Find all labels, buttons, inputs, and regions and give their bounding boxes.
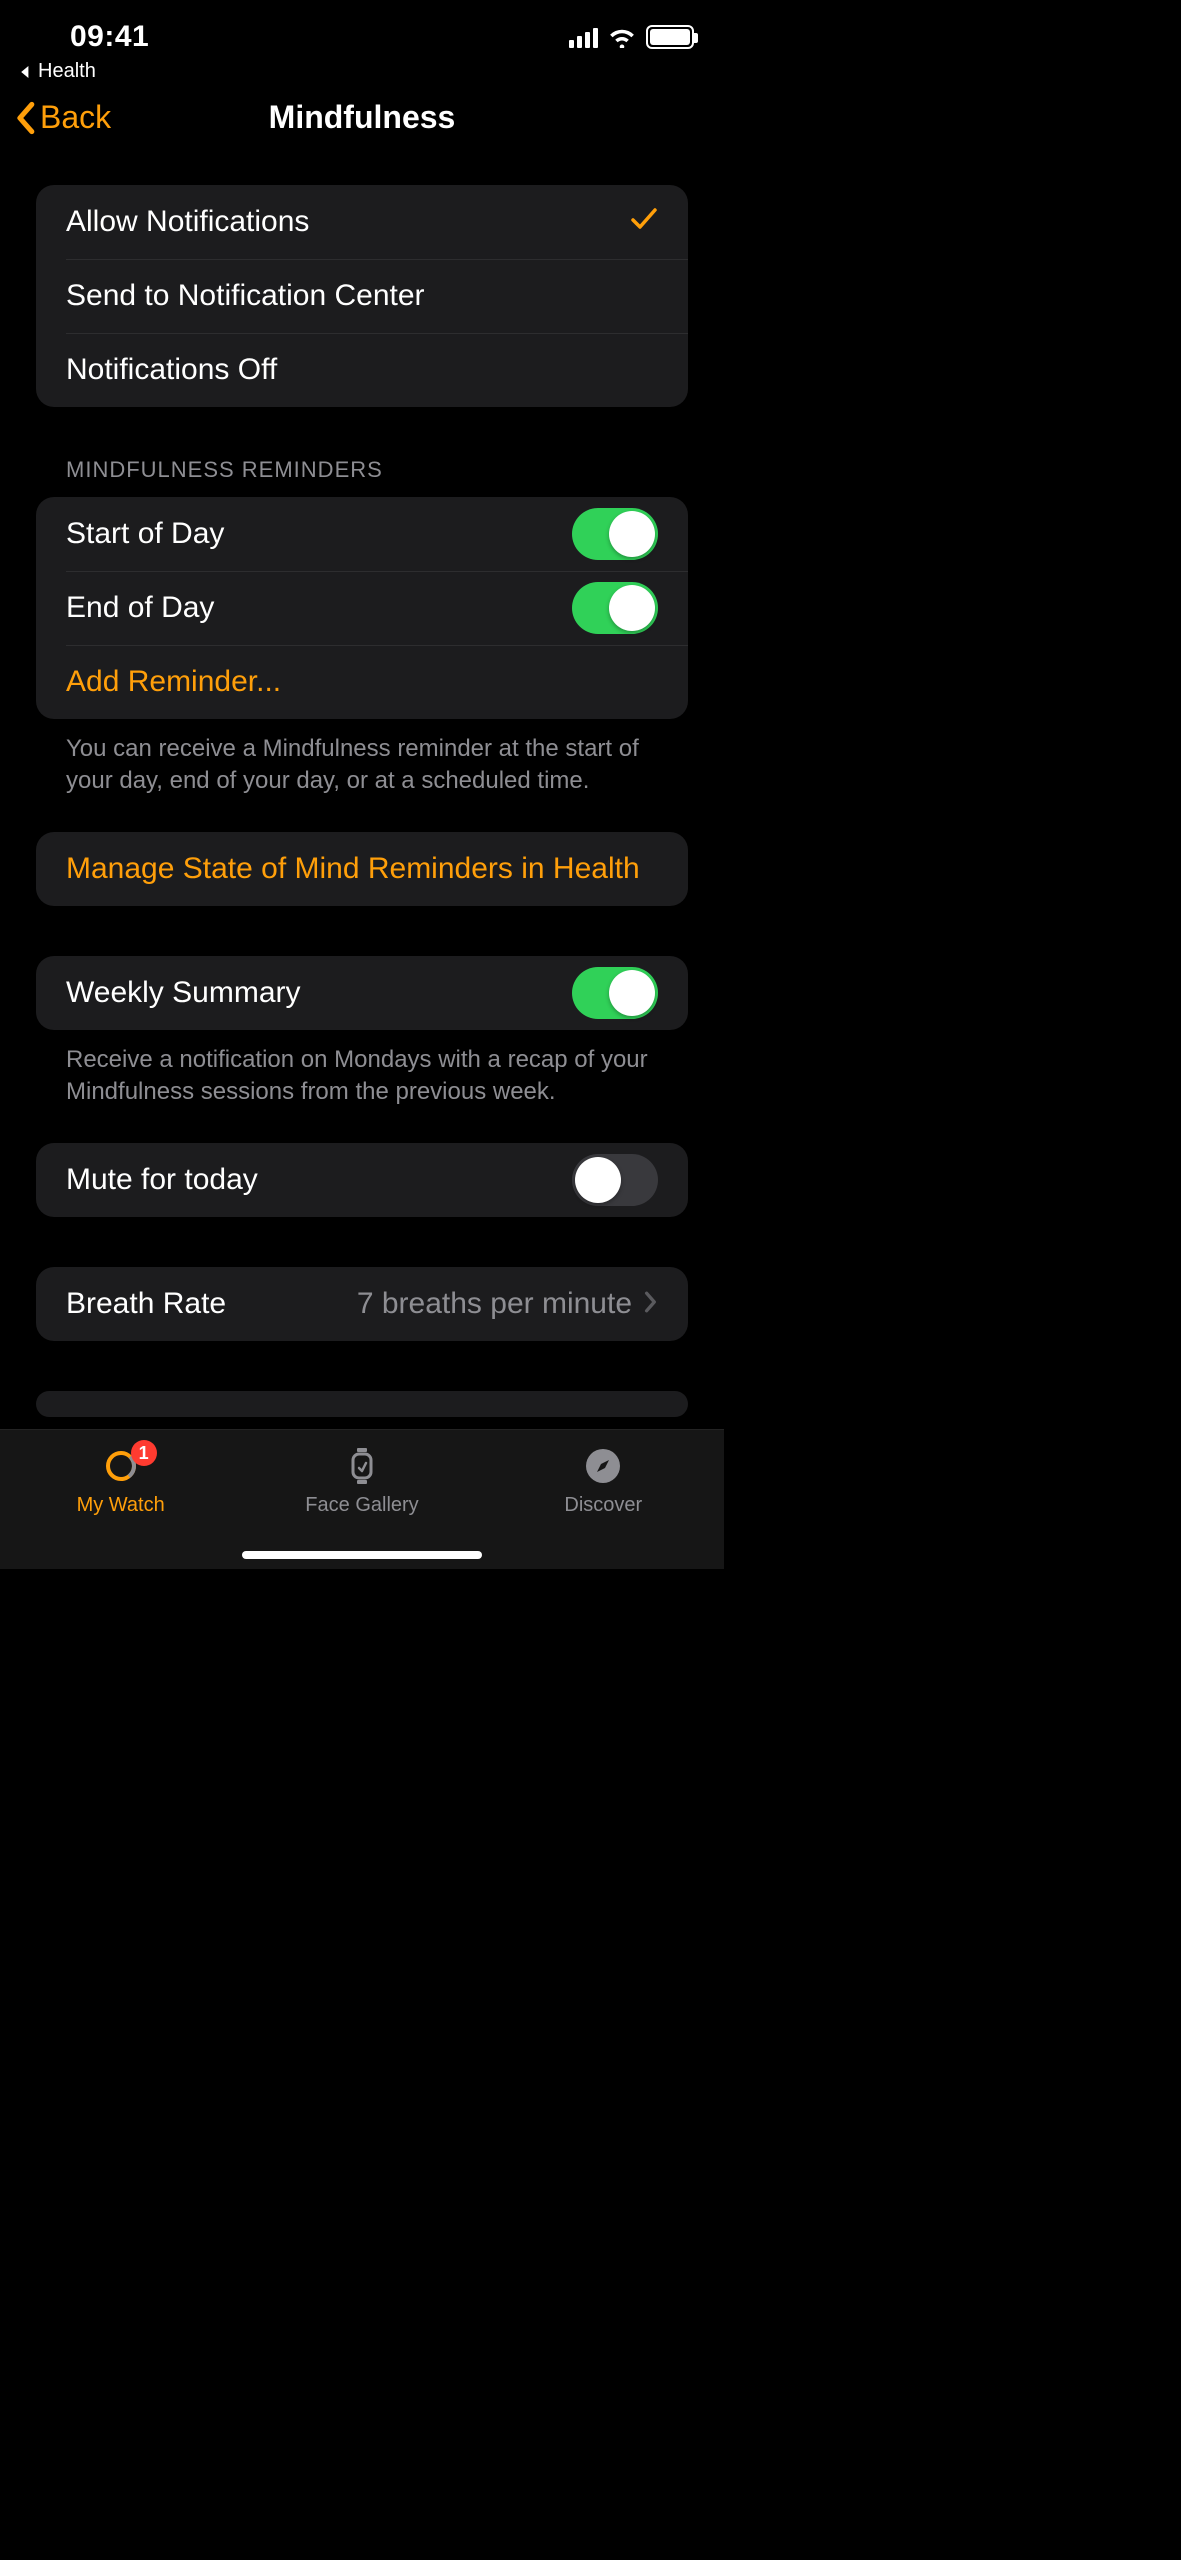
end-of-day-label: End of Day <box>66 591 214 625</box>
weekly-summary-label: Weekly Summary <box>66 976 301 1010</box>
checkmark-icon <box>630 205 658 239</box>
end-of-day-row: End of Day <box>36 571 688 645</box>
page-title: Mindfulness <box>0 99 724 136</box>
breadcrumb-back[interactable]: Health <box>0 60 724 91</box>
tab-badge: 1 <box>131 1440 157 1466</box>
add-reminder-row[interactable]: Add Reminder... <box>36 645 688 719</box>
tab-discover-label: Discover <box>564 1494 642 1517</box>
next-group-peek <box>36 1391 688 1417</box>
weekly-summary-group: Weekly Summary <box>36 956 688 1030</box>
weekly-summary-row: Weekly Summary <box>36 956 688 1030</box>
battery-icon <box>646 25 694 49</box>
tab-my-watch-label: My Watch <box>77 1494 165 1517</box>
start-of-day-row: Start of Day <box>36 497 688 571</box>
start-of-day-label: Start of Day <box>66 517 224 551</box>
allow-notifications-row[interactable]: Allow Notifications <box>36 185 688 259</box>
tab-bar: 1 My Watch Face Gallery D <box>0 1429 724 1569</box>
weekly-summary-footer: Receive a notification on Mondays with a… <box>36 1030 688 1109</box>
reminders-section-header: MINDFULNESS REMINDERS <box>36 457 688 497</box>
notifications-group: Allow Notifications Send to Notification… <box>36 185 688 407</box>
breadcrumb-label: Health <box>38 60 96 83</box>
mute-today-row: Mute for today <box>36 1143 688 1217</box>
breath-rate-group: Breath Rate 7 breaths per minute <box>36 1267 688 1341</box>
reminders-footer: You can receive a Mindfulness reminder a… <box>36 719 688 798</box>
notifications-off-row[interactable]: Notifications Off <box>36 333 688 407</box>
manage-state-of-mind-label: Manage State of Mind Reminders in Health <box>66 852 640 886</box>
breath-rate-value: 7 breaths per minute <box>357 1287 632 1321</box>
tab-discover[interactable]: Discover <box>483 1430 724 1569</box>
status-time: 09:41 <box>70 20 149 54</box>
status-bar: 09:41 <box>0 0 724 60</box>
weekly-summary-toggle[interactable] <box>572 967 658 1019</box>
start-of-day-toggle[interactable] <box>572 508 658 560</box>
wifi-icon <box>608 26 636 48</box>
home-indicator[interactable] <box>242 1551 482 1559</box>
compass-icon <box>584 1447 622 1485</box>
face-gallery-icon <box>347 1446 377 1486</box>
nav-header: Back Mindfulness <box>0 99 724 155</box>
allow-notifications-label: Allow Notifications <box>66 205 309 239</box>
breath-rate-label: Breath Rate <box>66 1287 226 1321</box>
chevron-right-icon <box>644 1287 658 1321</box>
mute-today-toggle[interactable] <box>572 1154 658 1206</box>
notifications-off-label: Notifications Off <box>66 353 277 387</box>
tab-face-gallery-label: Face Gallery <box>305 1494 418 1517</box>
mute-group: Mute for today <box>36 1143 688 1217</box>
send-notification-center-label: Send to Notification Center <box>66 279 425 313</box>
reminders-group: Start of Day End of Day Add Reminder... <box>36 497 688 719</box>
end-of-day-toggle[interactable] <box>572 582 658 634</box>
manage-state-of-mind-row[interactable]: Manage State of Mind Reminders in Health <box>36 832 688 906</box>
state-of-mind-group: Manage State of Mind Reminders in Health <box>36 832 688 906</box>
status-indicators <box>569 25 694 49</box>
tab-my-watch[interactable]: 1 My Watch <box>0 1430 241 1569</box>
add-reminder-label: Add Reminder... <box>66 665 281 699</box>
send-notification-center-row[interactable]: Send to Notification Center <box>36 259 688 333</box>
cellular-icon <box>569 26 598 48</box>
tab-face-gallery[interactable]: Face Gallery <box>241 1430 482 1569</box>
breath-rate-row[interactable]: Breath Rate 7 breaths per minute <box>36 1267 688 1341</box>
mute-today-label: Mute for today <box>66 1163 258 1197</box>
